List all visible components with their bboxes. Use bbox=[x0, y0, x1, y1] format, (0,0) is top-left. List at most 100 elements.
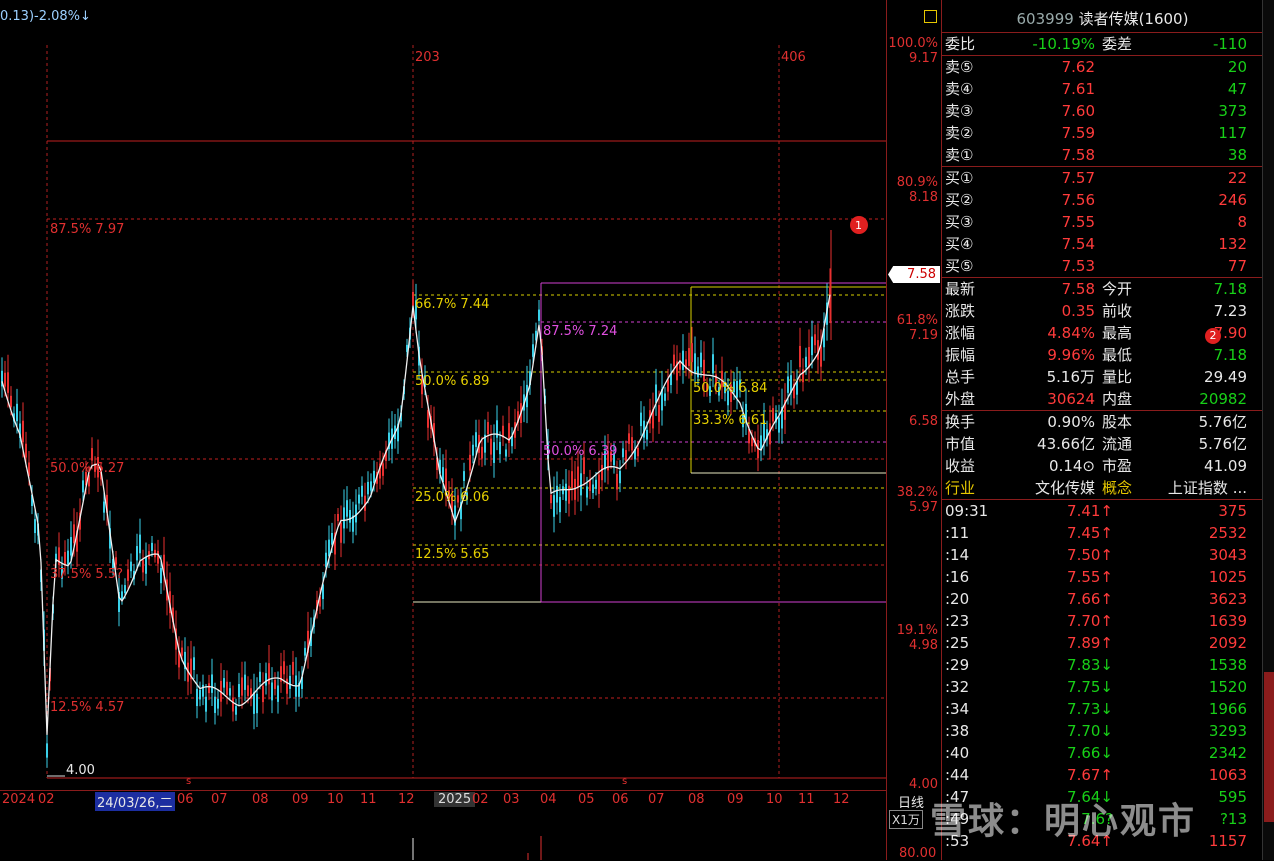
axis-label: 38.2% bbox=[896, 485, 938, 500]
candle-body bbox=[181, 647, 183, 656]
axis-label: 100.0% bbox=[888, 36, 938, 51]
quote-row: 涨跌 0.35 前收 7.23 bbox=[942, 300, 1263, 322]
candle-body bbox=[598, 474, 600, 494]
volume-unit-button[interactable]: X1万 bbox=[889, 810, 923, 829]
candle-body bbox=[373, 470, 375, 483]
bid-row: 买③ 7.55 8 bbox=[945, 213, 1247, 231]
candle-body bbox=[556, 485, 558, 503]
axis-label: 6.58 bbox=[909, 414, 938, 429]
candle-body bbox=[412, 292, 414, 306]
date-label: 07 bbox=[648, 792, 665, 807]
candle-body bbox=[637, 447, 639, 457]
candle-body bbox=[505, 449, 507, 457]
candle-body bbox=[214, 696, 216, 713]
period-selector[interactable]: 日线 bbox=[898, 792, 924, 811]
axis-label: 80.9% bbox=[896, 175, 938, 190]
candle-body bbox=[811, 336, 813, 356]
tick-row: 09:31 7.41↑ 375 bbox=[945, 502, 1247, 520]
row-label: 涨跌 bbox=[945, 302, 976, 320]
tick-row: :25 7.89↑ 2092 bbox=[945, 634, 1247, 652]
tick-row: :14 7.50↑ 3043 bbox=[945, 546, 1247, 564]
candle-body bbox=[697, 366, 699, 378]
candle-body bbox=[277, 685, 279, 702]
candle-body bbox=[691, 343, 693, 363]
ask-row: 卖⑤ 7.62 20 bbox=[945, 58, 1247, 76]
date-label: 09 bbox=[727, 792, 744, 807]
candle-body bbox=[289, 675, 291, 689]
bid-row: 买④ 7.54 132 bbox=[945, 235, 1247, 253]
row-value: 43.66亿 bbox=[1037, 435, 1095, 453]
candle-body bbox=[667, 379, 669, 392]
industry-row[interactable]: 行业 文化传媒 概念 上证指数 ... bbox=[942, 477, 1263, 500]
candle-body bbox=[304, 647, 306, 656]
row-label: 股本 bbox=[1102, 413, 1133, 431]
candle-body bbox=[646, 429, 648, 440]
candle-body bbox=[115, 557, 117, 565]
quote-row: 市值 43.66亿 流通 5.76亿 bbox=[942, 433, 1263, 455]
fib-left-label: 37.5% 5.5? bbox=[50, 567, 123, 582]
candle-body bbox=[91, 448, 93, 461]
row-label: 最新 bbox=[945, 280, 976, 298]
tick-row: :16 7.55↑ 1025 bbox=[945, 568, 1247, 586]
candle-body bbox=[622, 448, 624, 458]
scrollbar[interactable] bbox=[1262, 0, 1274, 860]
row-value: 0.35 bbox=[1061, 302, 1095, 320]
candle-body bbox=[469, 454, 471, 471]
candle-body bbox=[673, 354, 675, 367]
candle-body bbox=[532, 344, 534, 357]
candle-body bbox=[358, 494, 360, 504]
candle-body bbox=[193, 657, 195, 670]
candle-body bbox=[160, 568, 162, 584]
candle-body bbox=[688, 348, 690, 366]
axis-label: 19.1% bbox=[896, 623, 938, 638]
date-axis[interactable]: 2024 02 24/03/26,二 06 07 08 09 10 11 12 … bbox=[0, 790, 886, 811]
candle-body bbox=[658, 405, 660, 422]
marker-406: 406 bbox=[781, 50, 806, 65]
axis-label: 9.17 bbox=[909, 51, 938, 66]
candle-body bbox=[814, 334, 816, 346]
candle-body bbox=[238, 684, 240, 698]
stock-code: 603999 bbox=[1016, 10, 1074, 28]
ask-book: 卖⑤ 7.62 20 卖④ 7.61 47 卖③ 7.60 373 卖② 7.59 117 卖① 7.58… bbox=[942, 56, 1263, 167]
candle-body bbox=[445, 468, 447, 491]
candle-body bbox=[370, 481, 372, 491]
candle-body bbox=[82, 480, 84, 493]
bid-row: 买② 7.56 246 bbox=[945, 191, 1247, 209]
moving-average-line bbox=[1, 294, 831, 735]
candle-body bbox=[616, 473, 618, 490]
marker-203: 203 bbox=[415, 50, 440, 65]
candle-body bbox=[235, 706, 237, 715]
candle-body bbox=[283, 661, 285, 675]
candle-body bbox=[619, 470, 621, 484]
candle-body bbox=[268, 663, 270, 685]
candle-body bbox=[799, 345, 801, 368]
candle-body bbox=[778, 417, 780, 433]
candle-body bbox=[538, 309, 540, 321]
axis-label: 61.8% bbox=[896, 313, 938, 328]
kline-chart[interactable]: 203 406 4.00 87.5% 7.97 50.0% 6.27 37.5%… bbox=[0, 0, 886, 790]
candle-body bbox=[355, 504, 357, 523]
row-value: 29.49 bbox=[1204, 368, 1247, 386]
axis-label: 5.97 bbox=[909, 500, 938, 515]
date-label: 07 bbox=[211, 792, 228, 807]
candle-body bbox=[4, 372, 6, 387]
bid-row: 买① 7.57 22 bbox=[945, 169, 1247, 187]
candle-body bbox=[820, 346, 822, 367]
candle-body bbox=[292, 661, 294, 675]
candle-body bbox=[568, 485, 570, 504]
candle-body bbox=[655, 384, 657, 403]
candle-body bbox=[130, 561, 132, 572]
row-label: 最低 bbox=[1102, 346, 1133, 364]
row-label: 今开 bbox=[1102, 280, 1133, 298]
candle-body bbox=[136, 546, 138, 561]
candle-body bbox=[217, 698, 219, 709]
candle-body bbox=[244, 674, 246, 690]
quote-row: 收益 0.14⊙ 市盈 41.09 bbox=[942, 455, 1263, 477]
candle-body bbox=[73, 524, 75, 544]
candle-body bbox=[340, 522, 342, 543]
candle-body bbox=[253, 692, 255, 714]
candle-body bbox=[487, 422, 489, 435]
fib-right-label: 50.0% 6.84 bbox=[693, 381, 767, 396]
date-label: 11 bbox=[360, 792, 377, 807]
candle-body bbox=[70, 537, 72, 556]
